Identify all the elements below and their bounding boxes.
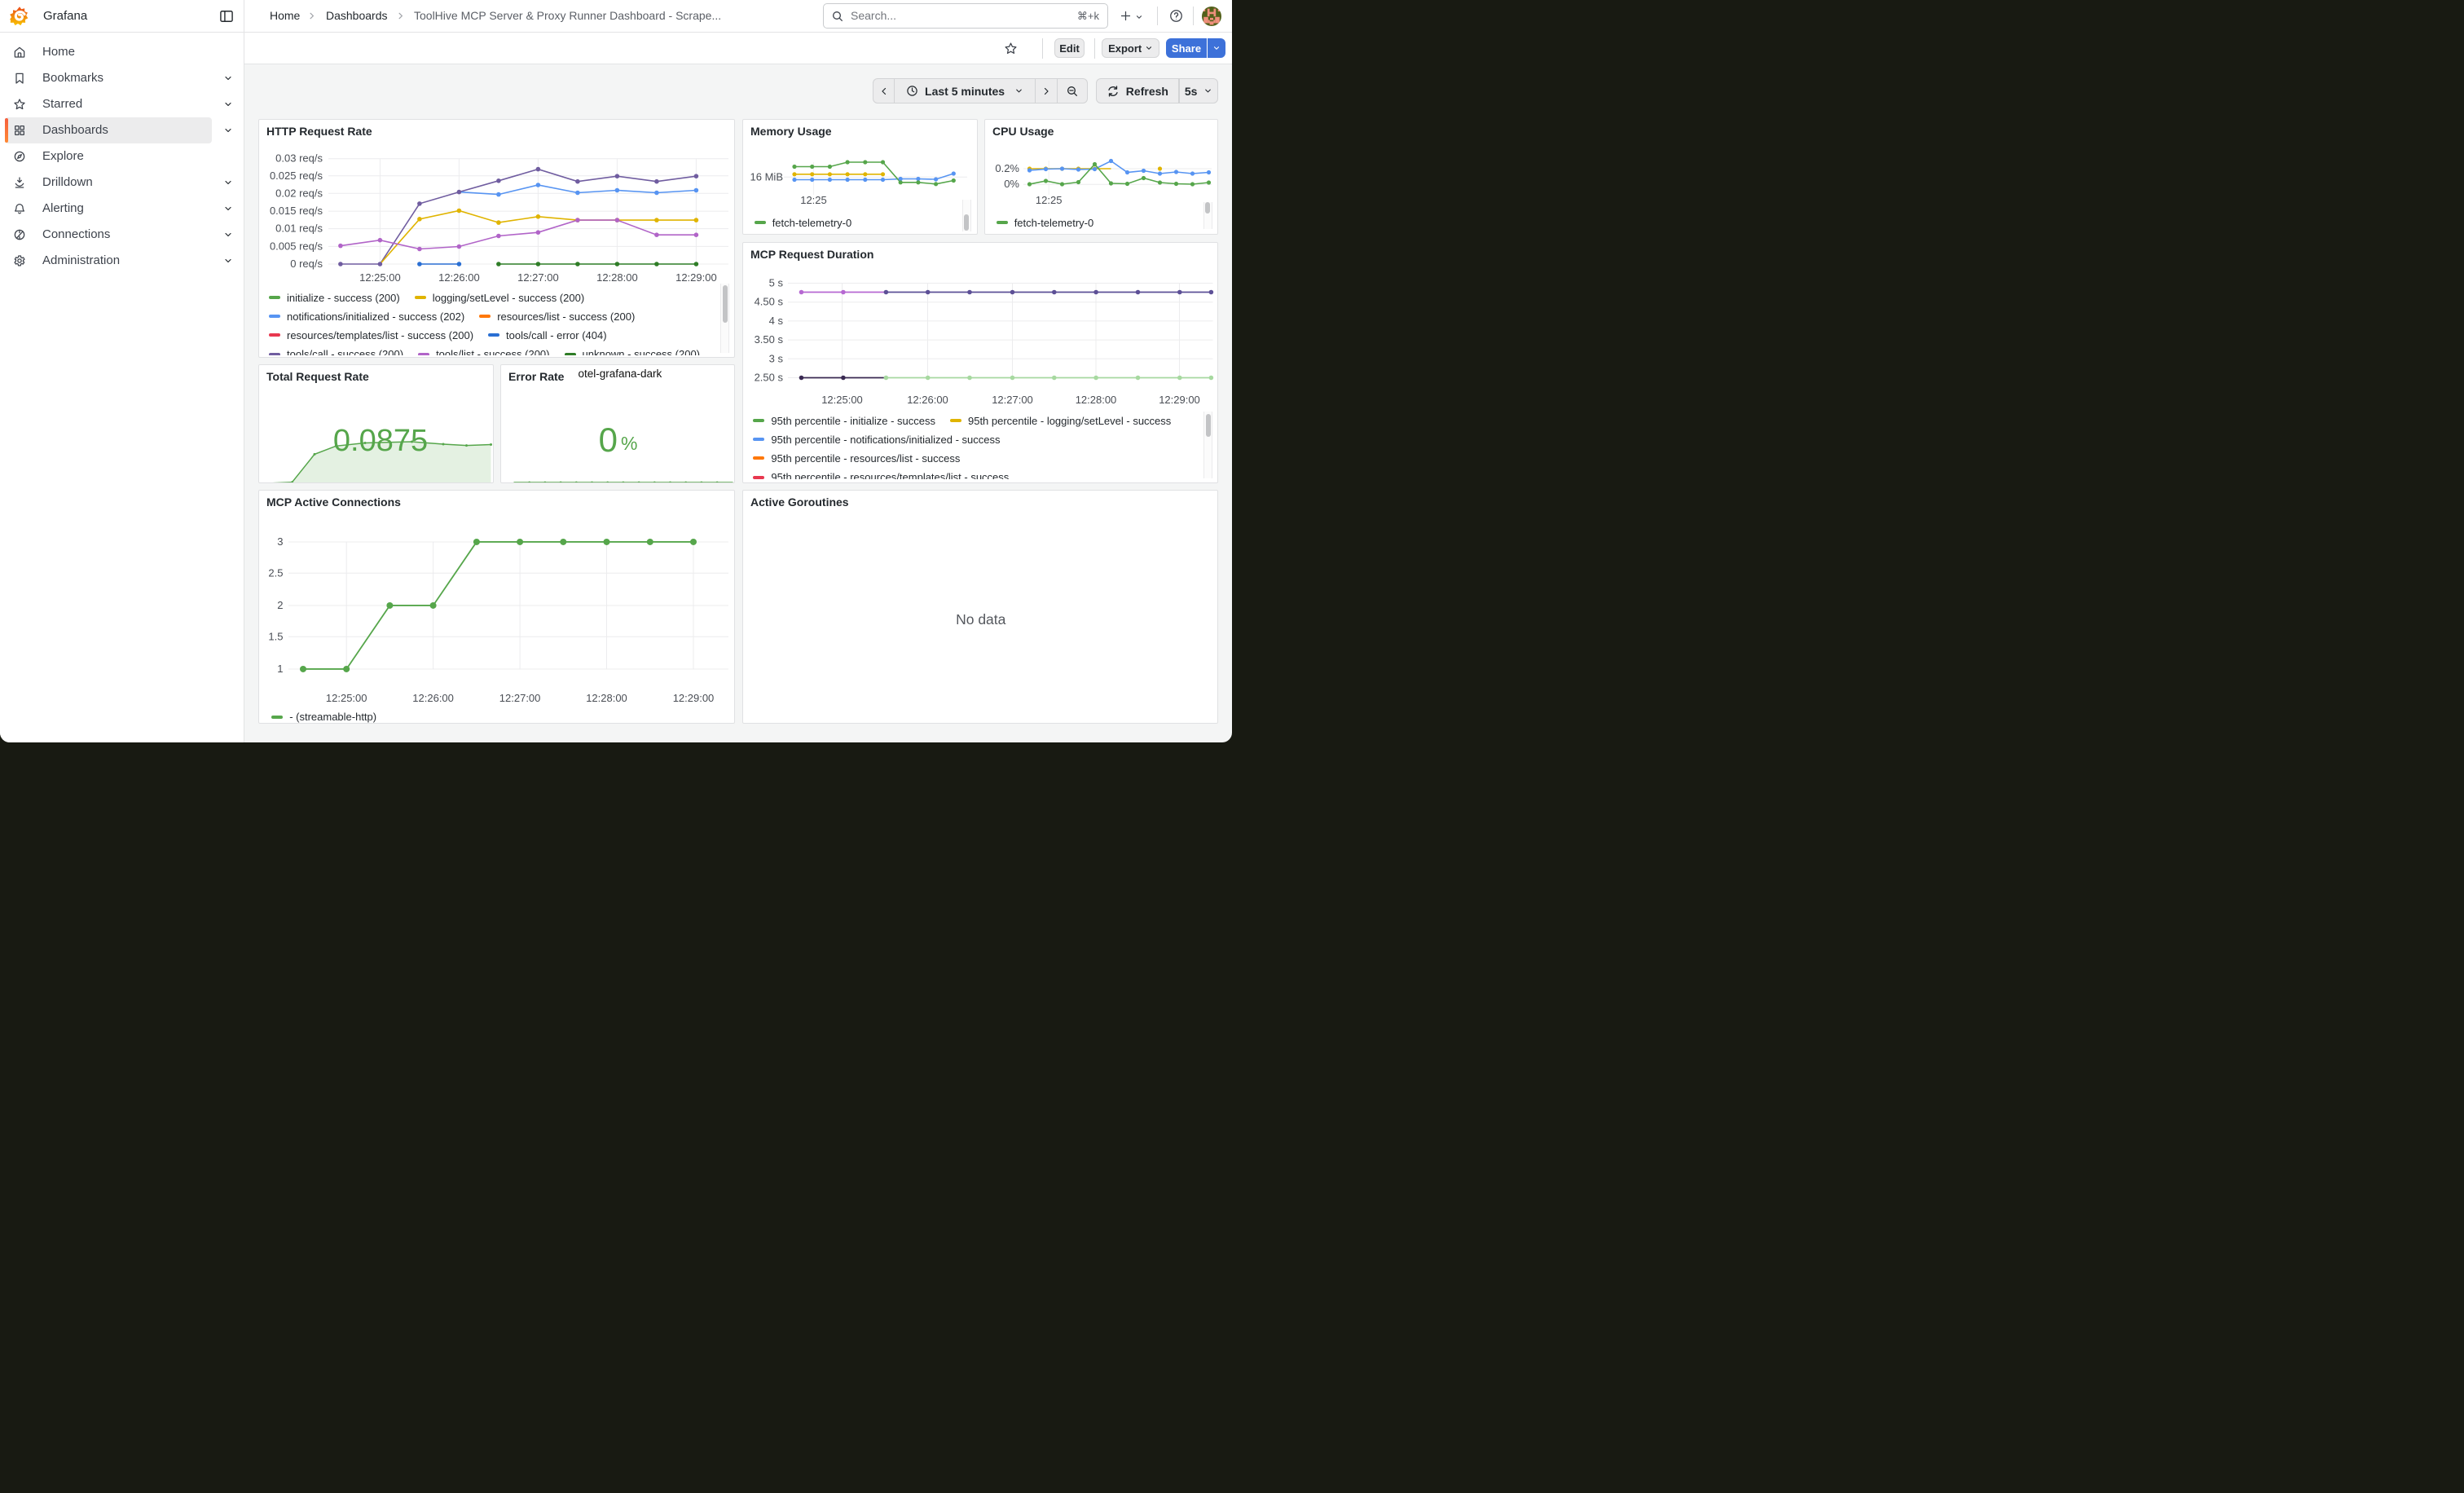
svg-text:0.01 req/s: 0.01 req/s: [275, 222, 323, 234]
svg-text:12:26:00: 12:26:00: [412, 692, 454, 704]
svg-text:12:29:00: 12:29:00: [675, 271, 717, 284]
svg-text:0 req/s: 0 req/s: [290, 258, 323, 270]
svg-text:3 s: 3 s: [768, 352, 783, 364]
svg-text:0.2%: 0.2%: [995, 162, 1019, 174]
svg-text:0%: 0%: [1004, 178, 1019, 190]
svg-text:12:28:00: 12:28:00: [1075, 394, 1116, 406]
svg-text:12:27:00: 12:27:00: [517, 271, 559, 284]
svg-text:1.5: 1.5: [268, 631, 283, 643]
svg-text:%: %: [621, 433, 637, 454]
svg-text:12:25:00: 12:25:00: [325, 692, 367, 704]
svg-text:5 s: 5 s: [768, 276, 783, 288]
svg-text:4 s: 4 s: [768, 314, 783, 326]
svg-text:12:25:00: 12:25:00: [359, 271, 401, 284]
svg-text:2: 2: [277, 599, 283, 611]
svg-text:2.50 s: 2.50 s: [754, 371, 783, 383]
svg-text:12:25: 12:25: [1035, 194, 1062, 206]
svg-text:1: 1: [277, 663, 283, 675]
svg-text:0: 0: [598, 421, 617, 459]
svg-text:0.03 req/s: 0.03 req/s: [275, 152, 323, 164]
svg-text:12:26:00: 12:26:00: [438, 271, 480, 284]
svg-text:0.0875: 0.0875: [332, 424, 427, 458]
svg-text:12:28:00: 12:28:00: [596, 271, 638, 284]
svg-text:12:27:00: 12:27:00: [499, 692, 540, 704]
svg-text:2.5: 2.5: [268, 567, 283, 579]
svg-text:12:25:00: 12:25:00: [821, 394, 863, 406]
svg-text:12:25: 12:25: [800, 194, 827, 206]
svg-text:0.005 req/s: 0.005 req/s: [269, 240, 323, 252]
svg-text:12:29:00: 12:29:00: [672, 692, 714, 704]
svg-text:0.02 req/s: 0.02 req/s: [275, 187, 323, 199]
svg-text:12:27:00: 12:27:00: [992, 394, 1033, 406]
svg-text:0.015 req/s: 0.015 req/s: [269, 205, 323, 217]
svg-text:3: 3: [277, 535, 283, 548]
svg-text:4.50 s: 4.50 s: [754, 295, 783, 307]
svg-text:16 MiB: 16 MiB: [750, 170, 782, 183]
svg-text:12:29:00: 12:29:00: [1159, 394, 1200, 406]
svg-text:3.50 s: 3.50 s: [754, 333, 783, 346]
svg-text:0.025 req/s: 0.025 req/s: [269, 169, 323, 181]
svg-text:12:26:00: 12:26:00: [907, 394, 948, 406]
svg-text:12:28:00: 12:28:00: [586, 692, 627, 704]
